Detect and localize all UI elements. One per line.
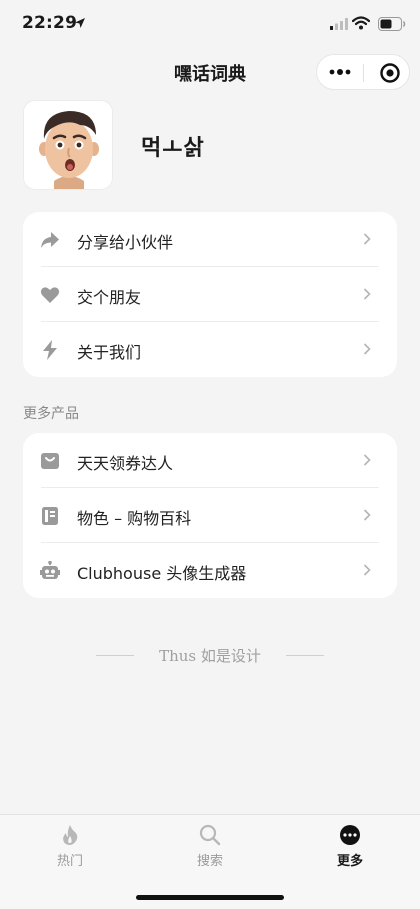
lightning-icon (43, 340, 57, 360)
share-arrow-icon (41, 232, 59, 248)
tab-search[interactable]: 搜索 (140, 815, 280, 885)
home-indicator (136, 895, 284, 900)
cellular-signal-icon (330, 18, 348, 30)
menu-item-coupon-master[interactable]: 天天领券达人 (23, 433, 397, 488)
nav-bar: 嘿话词典 (0, 48, 420, 96)
tab-label: 热门 (56, 854, 83, 869)
action-menu-card: 分享给小伙伴 交个朋友 关于我们 (23, 212, 397, 377)
capsule-divider (363, 64, 364, 82)
username: 먹ㅗ삵 (141, 136, 205, 161)
shopping-bag-icon (41, 453, 59, 469)
menu-item-label: 天天领券达人 (77, 454, 174, 473)
menu-item-label: 关于我们 (77, 343, 142, 362)
menu-item-label: 交个朋友 (77, 288, 142, 307)
footer-brand: Thus 如是设计 (159, 647, 261, 665)
close-target-icon[interactable] (379, 62, 401, 84)
menu-item-make-friends[interactable]: 交个朋友 (23, 267, 397, 322)
memoji-avatar-image (39, 111, 99, 189)
chevron-right-icon (363, 288, 371, 300)
flame-icon (63, 825, 78, 845)
robot-icon (40, 561, 60, 579)
chevron-right-icon (363, 509, 371, 521)
book-icon (42, 507, 58, 525)
tab-bar: 热门 搜索 更多 (0, 814, 420, 909)
avatar[interactable] (23, 100, 113, 190)
tab-label: 更多 (336, 854, 363, 869)
menu-item-label: Clubhouse 头像生成器 (77, 564, 247, 583)
more-icon (340, 825, 360, 845)
more-products-card: 天天领券达人 物色 – 购物百科 Clubhouse 头像生成器 (23, 433, 397, 598)
menu-item-wuse-encyclopedia[interactable]: 物色 – 购物百科 (23, 488, 397, 543)
tab-label: 搜索 (196, 854, 223, 869)
search-icon (199, 824, 221, 846)
menu-item-clubhouse-avatar[interactable]: Clubhouse 头像生成器 (23, 543, 397, 598)
menu-item-about-us[interactable]: 关于我们 (23, 322, 397, 377)
heart-icon (40, 287, 60, 303)
chevron-right-icon (363, 343, 371, 355)
location-arrow-icon (75, 18, 85, 28)
chevron-right-icon (363, 454, 371, 466)
tab-hot[interactable]: 热门 (0, 815, 140, 885)
status-time: 22:29 (22, 13, 78, 33)
mini-program-capsule (316, 54, 410, 90)
section-label-more-products: 更多产品 (23, 406, 79, 422)
menu-item-label: 物色 – 购物百科 (77, 509, 192, 528)
status-bar: 22:29 (0, 0, 420, 48)
wifi-icon (352, 16, 370, 30)
tab-more[interactable]: 更多 (280, 815, 420, 885)
chevron-right-icon (363, 564, 371, 576)
battery-icon (378, 17, 406, 31)
menu-item-label: 分享给小伙伴 (77, 233, 174, 252)
menu-item-share[interactable]: 分享给小伙伴 (23, 212, 397, 267)
more-options-icon[interactable] (329, 66, 351, 78)
chevron-right-icon (363, 233, 371, 245)
